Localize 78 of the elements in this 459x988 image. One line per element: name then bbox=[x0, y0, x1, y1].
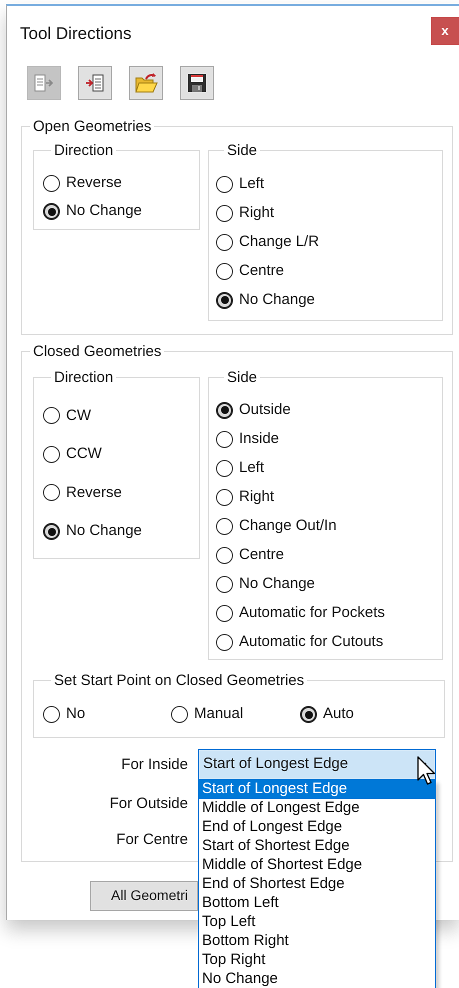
group-label: Closed Geometries bbox=[32, 342, 162, 360]
radio-button[interactable] bbox=[216, 402, 233, 418]
radio-button[interactable] bbox=[216, 604, 233, 622]
dropdown-option[interactable]: End of Shortest Edge bbox=[199, 875, 435, 894]
radio-option[interactable]: Right bbox=[216, 482, 274, 512]
dropdown-option[interactable]: Top Right bbox=[199, 951, 435, 970]
arrow-into-document-icon bbox=[84, 72, 106, 94]
radio-option[interactable]: Left bbox=[216, 170, 264, 198]
radio-button[interactable] bbox=[216, 292, 233, 308]
field-label: For Centre bbox=[115, 830, 188, 850]
radio-option[interactable]: Left bbox=[216, 454, 264, 482]
radio-button[interactable] bbox=[216, 488, 233, 506]
radio-button[interactable] bbox=[216, 546, 233, 564]
dropdown-option[interactable]: Bottom Right bbox=[199, 932, 435, 951]
radio-option[interactable]: Automatic for Cutouts bbox=[216, 628, 384, 656]
radio-button[interactable] bbox=[43, 175, 60, 192]
radio-option[interactable]: Change Out/In bbox=[216, 512, 337, 540]
radio-option[interactable]: No Change bbox=[216, 570, 315, 598]
radio-option[interactable]: Change L/R bbox=[216, 228, 320, 256]
radio-button[interactable] bbox=[216, 518, 233, 534]
field-label: For Inside bbox=[120, 755, 188, 776]
radio-option[interactable]: Inside bbox=[216, 424, 280, 454]
radio-option[interactable]: Reverse bbox=[43, 474, 122, 512]
radio-button[interactable] bbox=[43, 446, 60, 463]
toolbar-button[interactable] bbox=[180, 66, 214, 100]
group-label: Direction bbox=[53, 142, 114, 160]
group-label: Side bbox=[226, 368, 258, 386]
radio-option[interactable]: CW bbox=[43, 396, 91, 436]
radio-button[interactable] bbox=[216, 176, 233, 192]
radio-button[interactable] bbox=[43, 706, 60, 723]
radio-option[interactable]: No Change bbox=[43, 198, 142, 226]
all-geometries-button[interactable]: All Geometri bbox=[90, 880, 198, 910]
close-button[interactable]: x bbox=[431, 17, 459, 45]
radio-button[interactable] bbox=[43, 523, 60, 540]
group-label: Open Geometries bbox=[32, 118, 152, 136]
radio-option[interactable]: Centre bbox=[216, 256, 284, 286]
radio-button[interactable] bbox=[216, 234, 233, 250]
dropdown-value: Start of Longest Edge bbox=[203, 754, 348, 774]
radio-option[interactable]: Centre bbox=[216, 540, 284, 570]
radio-option[interactable]: CCW bbox=[43, 435, 102, 474]
dropdown-option[interactable]: Middle of Shortest Edge bbox=[199, 856, 435, 875]
document-arrow-icon bbox=[33, 72, 55, 94]
radio-button[interactable] bbox=[43, 484, 60, 502]
toolbar-button[interactable] bbox=[78, 66, 112, 100]
radio-option[interactable]: No Change bbox=[43, 512, 142, 551]
mouse-cursor-icon bbox=[417, 756, 436, 786]
radio-option[interactable]: Manual bbox=[171, 700, 244, 728]
dropdown-field[interactable]: Start of Longest Edge bbox=[198, 749, 436, 780]
dropdown-option[interactable]: Top Left bbox=[199, 913, 435, 932]
radio-button[interactable] bbox=[216, 634, 233, 650]
radio-button[interactable] bbox=[43, 203, 60, 220]
group-label: Direction bbox=[53, 368, 114, 386]
dropdown-option[interactable]: Bottom Left bbox=[199, 894, 435, 913]
radio-option[interactable]: Auto bbox=[300, 700, 354, 728]
radio-option[interactable]: Reverse bbox=[43, 170, 122, 198]
dropdown-option[interactable]: Middle of Longest Edge bbox=[199, 799, 435, 818]
dropdown-option[interactable]: End of Longest Edge bbox=[199, 818, 435, 837]
dropdown-option[interactable]: Start of Shortest Edge bbox=[199, 837, 435, 856]
window-title: Tool Directions bbox=[19, 23, 132, 45]
radio-option[interactable]: Automatic for Pockets bbox=[216, 598, 385, 628]
group-label: Set Start Point on Closed Geometries bbox=[53, 672, 306, 690]
folder-icon bbox=[134, 72, 158, 94]
group-label: Side bbox=[226, 142, 258, 160]
radio-button[interactable] bbox=[171, 706, 188, 723]
dropdown-option[interactable]: Start of Longest Edge bbox=[199, 780, 435, 799]
dropdown-option[interactable]: No Change bbox=[199, 970, 435, 988]
radio-button[interactable] bbox=[216, 204, 233, 222]
radio-button[interactable] bbox=[300, 706, 317, 723]
radio-option[interactable]: Right bbox=[216, 198, 274, 228]
radio-button[interactable] bbox=[216, 430, 233, 448]
field-label: For Outside bbox=[108, 794, 188, 814]
radio-option[interactable]: No bbox=[43, 700, 86, 728]
radio-button[interactable] bbox=[216, 576, 233, 592]
radio-option[interactable]: No Change bbox=[216, 286, 315, 314]
radio-button[interactable] bbox=[216, 262, 233, 280]
radio-button[interactable] bbox=[43, 407, 60, 424]
radio-button[interactable] bbox=[216, 460, 233, 476]
radio-option[interactable]: Outside bbox=[216, 396, 291, 424]
